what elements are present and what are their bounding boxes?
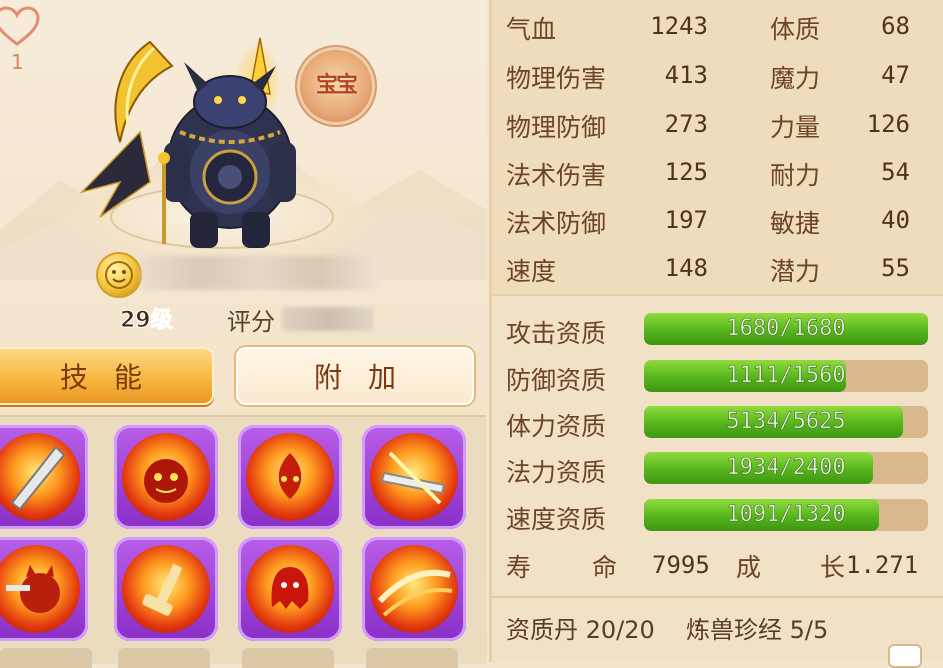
sword-slash-icon (0, 433, 80, 521)
aptitude-speed-bar: 1091/1320 (644, 499, 928, 531)
cat-warrior-icon (0, 545, 80, 633)
aptitude-mana-value: 1934/2400 (726, 455, 846, 481)
attr-constitution-label: 体质 (770, 15, 821, 44)
stat-speed-value: 148 (664, 254, 708, 282)
score-value-redacted (282, 307, 374, 331)
stat-mag-def-value: 197 (664, 206, 708, 234)
aptitude-attack-value: 1680/1680 (726, 316, 846, 342)
aptitude-stamina-bar: 5134/5625 (644, 406, 928, 438)
stat-mag-atk-label: 法术伤害 (506, 161, 607, 190)
aptitude-mana-bar: 1934/2400 (644, 452, 928, 484)
stat-phys-atk-value: 413 (664, 61, 708, 89)
life-label-b: 命 (592, 553, 618, 582)
stat-speed-label: 速度 (506, 257, 557, 286)
stat-hp-label: 气血 (506, 15, 557, 44)
attr-agility-label: 敏捷 (770, 209, 821, 238)
heart-icon[interactable] (0, 6, 40, 48)
skill-slot-5[interactable] (0, 537, 88, 641)
pet-level: 29级 (120, 308, 174, 334)
baobao-label: 宝宝 (315, 73, 358, 98)
growth-label-a: 成 (736, 553, 762, 582)
growth-value: 1.271 (846, 551, 919, 579)
attr-potential-value: 55 (881, 254, 910, 282)
aptitude-mana-label: 法力资质 (506, 458, 607, 487)
items-divider (492, 596, 943, 598)
aptitude-attack-label: 攻击资质 (506, 319, 607, 348)
attr-strength-value: 126 (866, 110, 910, 138)
flame-imp-icon (246, 433, 334, 521)
skill-slot-7[interactable] (238, 537, 342, 641)
fire-demon-face-icon (122, 433, 210, 521)
attr-constitution-value: 68 (881, 12, 910, 40)
stat-hp-value: 1243 (650, 12, 708, 40)
more-info-button[interactable] (890, 646, 920, 666)
attr-magic-value: 47 (881, 61, 910, 89)
skill-slot-3[interactable] (238, 425, 342, 529)
beast-manual-count: 炼兽珍经 5/5 (686, 616, 829, 644)
hammer-blast-icon (122, 545, 210, 633)
stats-box: 气血 1243 物理伤害 413 物理防御 273 法术伤害 125 法术防御 … (492, 0, 943, 296)
stat-mag-atk-value: 125 (664, 158, 708, 186)
attr-endurance-label: 耐力 (770, 161, 821, 190)
skill-slot-2[interactable] (114, 425, 218, 529)
aptitude-speed-label: 速度资质 (506, 505, 607, 534)
fire-ghost-icon (246, 545, 334, 633)
skills-tab-button[interactable]: 技能 (0, 347, 214, 405)
attr-magic-label: 魔力 (770, 64, 821, 93)
skill-slot-12[interactable] (366, 648, 458, 668)
attr-agility-value: 40 (881, 206, 910, 234)
attr-endurance-value: 54 (881, 158, 910, 186)
skill-slot-4[interactable] (362, 425, 466, 529)
pet-display-panel: 1 宝宝 29级 评分 技能 附加 (0, 0, 487, 668)
extra-tab-button[interactable]: 附加 (236, 347, 474, 405)
aptitude-speed-value: 1091/1320 (726, 502, 846, 528)
attr-potential-label: 潜力 (770, 257, 821, 286)
growth-label-b: 长 (820, 553, 846, 582)
baobao-badge: 宝宝 (300, 50, 372, 122)
attr-strength-label: 力量 (770, 113, 821, 142)
life-label-a: 寿 (506, 553, 532, 582)
stat-mag-def-label: 法术防御 (506, 209, 607, 238)
pet-model-image[interactable] (80, 22, 320, 252)
skill-slot-9[interactable] (0, 648, 92, 668)
aptitude-defense-value: 1111/1560 (726, 363, 846, 389)
aptitude-defense-bar: 1111/1560 (644, 360, 928, 392)
aptitude-stamina-value: 5134/5625 (726, 409, 846, 435)
aptitude-pill-count: 资质丹 20/20 (506, 616, 655, 644)
stat-phys-atk-label: 物理伤害 (506, 64, 607, 93)
skill-slot-8[interactable] (362, 537, 466, 641)
aptitude-attack-bar: 1680/1680 (644, 313, 928, 345)
stat-phys-def-label: 物理防御 (506, 113, 607, 142)
crimson-slash-icon (370, 545, 458, 633)
aptitude-stamina-label: 体力资质 (506, 412, 607, 441)
aptitude-defense-label: 防御资质 (506, 366, 607, 395)
skill-slot-10[interactable] (118, 648, 210, 668)
stat-phys-def-value: 273 (664, 110, 708, 138)
score-label: 评分 (227, 308, 275, 336)
skill-slot-1[interactable] (0, 425, 88, 529)
pet-attribute-panel: 气血 1243 物理伤害 413 物理防御 273 法术伤害 125 法术防御 … (489, 0, 943, 666)
skill-slot-11[interactable] (242, 648, 334, 668)
pet-name-redacted (142, 256, 378, 290)
skill-grid (0, 415, 486, 664)
like-count: 1 (11, 50, 24, 74)
life-value: 7995 (652, 551, 710, 579)
blade-strike-icon (370, 433, 458, 521)
skill-slot-6[interactable] (114, 537, 218, 641)
gold-coin-icon (98, 254, 140, 296)
